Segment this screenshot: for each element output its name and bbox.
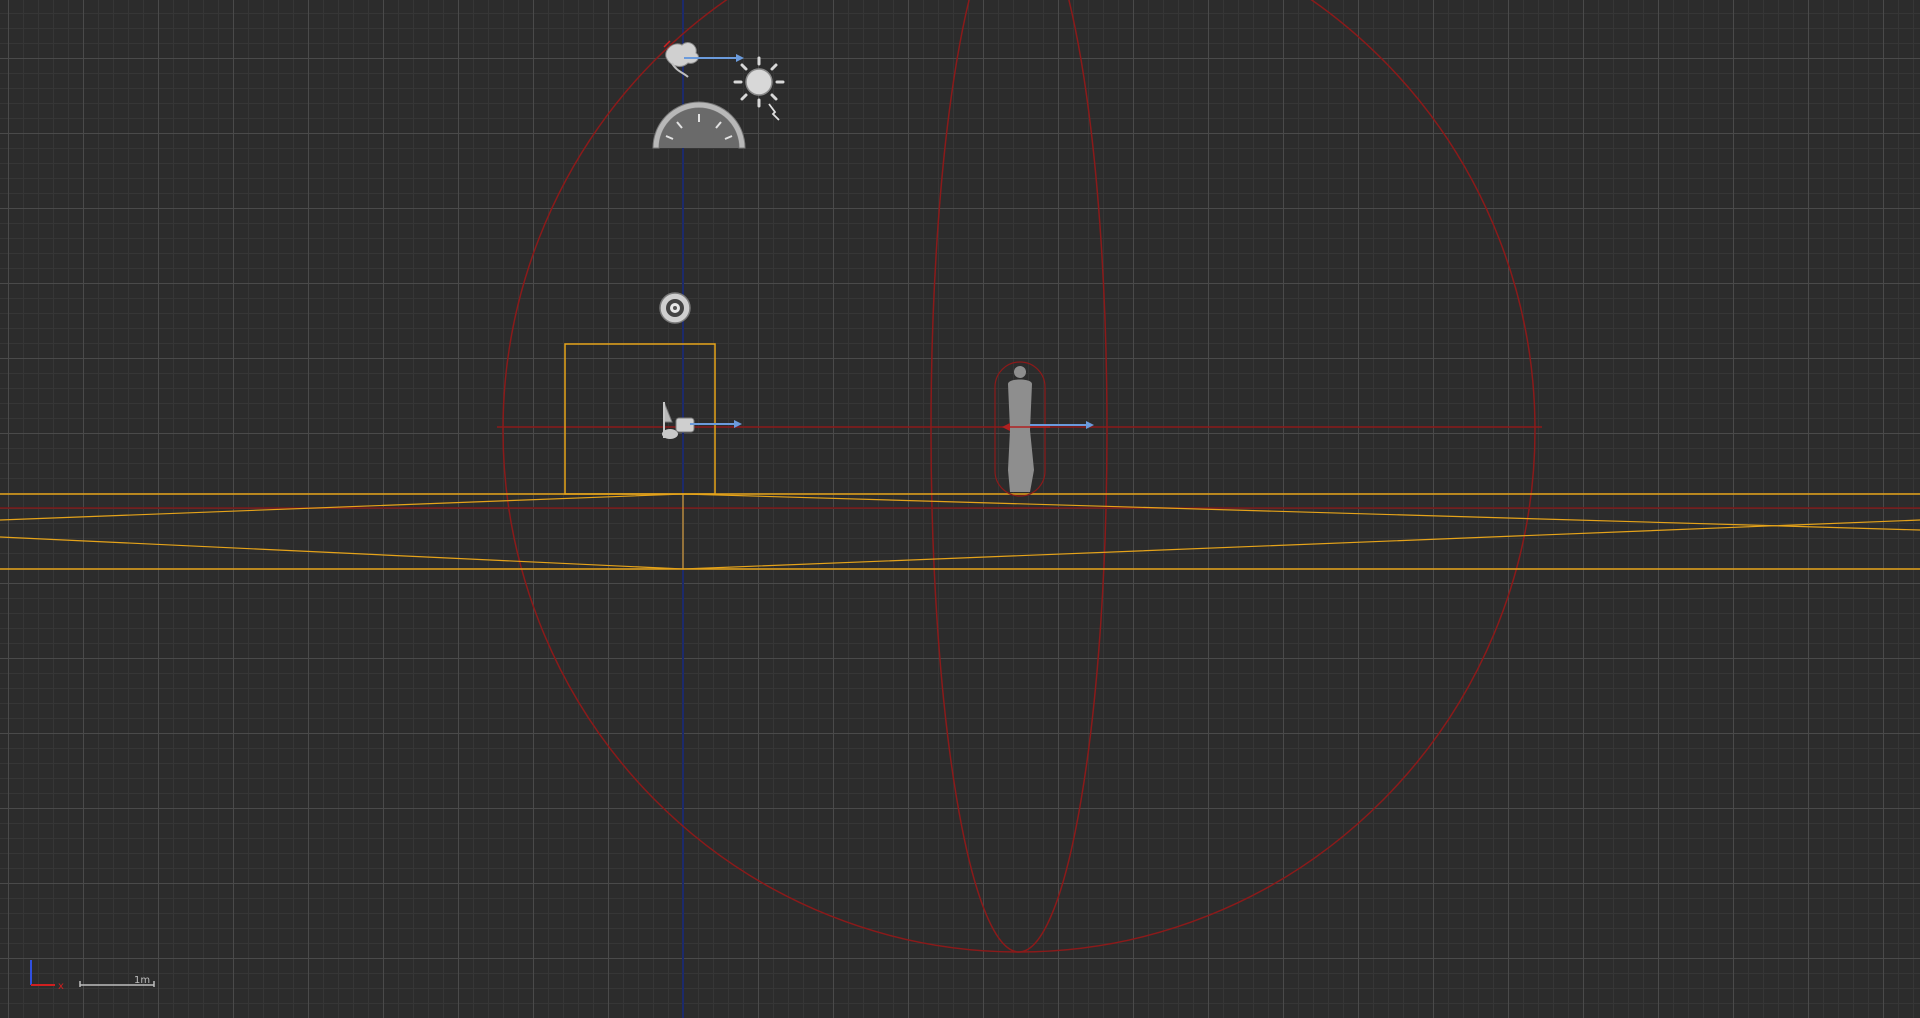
- axis-gizmo-x-label: x: [58, 981, 64, 992]
- sun-icon[interactable]: [733, 56, 785, 121]
- scene-canvas[interactable]: x 1m: [0, 0, 1920, 1018]
- dome-icon[interactable]: [652, 101, 746, 149]
- character-forward-arrow: [1030, 421, 1094, 429]
- axis-gizmo: x: [30, 960, 64, 992]
- ground-plane-diagonal-a: [0, 493, 1920, 531]
- speaker-icon[interactable]: [659, 292, 691, 324]
- flag-icon[interactable]: [662, 401, 695, 439]
- scale-bar: 1m: [79, 975, 155, 987]
- scale-bar-label: 1m: [134, 975, 150, 986]
- character-capsule[interactable]: [994, 361, 1094, 497]
- ground-plane-diagonal-b: [0, 519, 1920, 570]
- viewport-3d[interactable]: x 1m: [0, 0, 1920, 1018]
- character-icon: [1008, 366, 1034, 492]
